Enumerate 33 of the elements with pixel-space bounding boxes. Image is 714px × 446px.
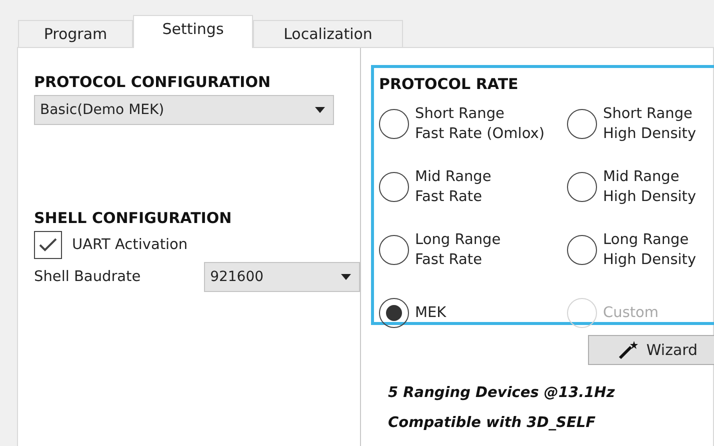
wizard-button[interactable]: Wizard	[588, 335, 714, 365]
protocol-dropdown[interactable]: Basic(Demo MEK)	[34, 95, 334, 125]
radio-button[interactable]	[567, 235, 597, 265]
option-label: Custom	[603, 304, 659, 323]
radio-button[interactable]	[567, 172, 597, 202]
info-text: 5 Ranging Devices @13.1Hz	[388, 385, 616, 401]
tab[interactable]: Settings	[133, 15, 253, 48]
tab[interactable]: Program	[18, 20, 133, 47]
option-label: Long Range High Density	[603, 231, 696, 270]
radio-button[interactable]	[379, 235, 409, 265]
option-label: Short Range High Density	[603, 105, 696, 144]
option-label: Short Range Fast Rate (Omlox)	[415, 105, 544, 144]
radio-button[interactable]	[379, 298, 409, 328]
uart-activation-label: UART Activation	[72, 237, 188, 253]
baudrate-dropdown[interactable]: 921600	[204, 262, 360, 292]
tab[interactable]: Localization	[253, 20, 403, 47]
uart-checkbox[interactable]	[34, 231, 62, 259]
check-icon	[38, 237, 58, 253]
option-label: Mid Range High Density	[603, 168, 696, 207]
caret-icon	[341, 274, 351, 280]
section-title: SHELL CONFIGURATION	[34, 209, 233, 227]
caret-icon	[315, 107, 325, 113]
option-label: MEK	[415, 304, 446, 323]
section-title: PROTOCOL RATE	[379, 75, 520, 93]
option-label: Long Range Fast Rate	[415, 231, 501, 270]
shell-baudrate-label: Shell Baudrate	[34, 269, 142, 285]
radio-button[interactable]	[379, 172, 409, 202]
magic-wand-icon	[618, 340, 640, 360]
radio-button[interactable]	[567, 109, 597, 139]
section-title: PROTOCOL CONFIGURATION	[34, 73, 272, 91]
radio-button[interactable]	[379, 109, 409, 139]
info-text: Compatible with 3D_SELF	[388, 415, 597, 431]
option-label: Mid Range Fast Rate	[415, 168, 492, 207]
